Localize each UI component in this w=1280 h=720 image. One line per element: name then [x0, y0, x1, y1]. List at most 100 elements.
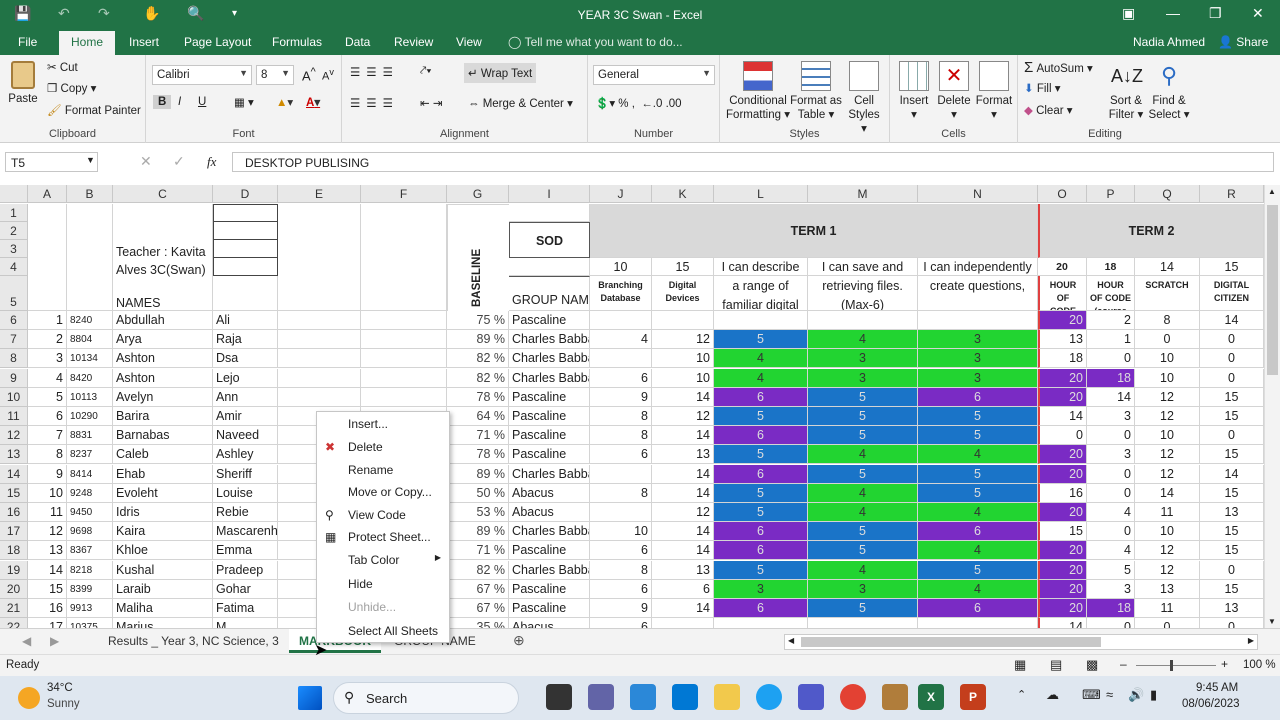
- table-cell[interactable]: 13: [652, 445, 714, 465]
- shrink-font-button[interactable]: Av: [322, 67, 334, 83]
- table-cell[interactable]: [278, 311, 361, 330]
- column-header[interactable]: G: [447, 185, 509, 203]
- row-header[interactable]: 4: [0, 258, 28, 276]
- table-cell[interactable]: Abacus: [509, 483, 590, 503]
- table-cell[interactable]: 82 %: [447, 368, 509, 388]
- table-cell[interactable]: 5: [28, 387, 67, 407]
- table-cell[interactable]: 0: [1087, 464, 1135, 484]
- scroll-left-icon[interactable]: ◀: [788, 636, 794, 645]
- zoom-slider[interactable]: [1136, 665, 1216, 666]
- sort-filter-button[interactable]: A↓Z Sort & Filter ▾: [1106, 61, 1146, 122]
- table-cell[interactable]: 5: [714, 503, 808, 522]
- weather-icon[interactable]: [18, 687, 40, 709]
- table-cell[interactable]: 9: [590, 599, 652, 618]
- menu-insert[interactable]: Insert...: [317, 414, 449, 436]
- table-cell[interactable]: Evoleht: [113, 483, 213, 503]
- minimize-icon[interactable]: —: [1166, 5, 1180, 21]
- table-cell[interactable]: 17: [28, 618, 67, 628]
- horizontal-scroll-thumb[interactable]: [801, 637, 1101, 647]
- table-cell[interactable]: 16: [28, 599, 67, 618]
- table-cell[interactable]: Laraib: [113, 579, 213, 599]
- table-cell[interactable]: Caleb: [113, 445, 213, 465]
- table-cell[interactable]: 4: [918, 541, 1038, 561]
- wrap-text-button[interactable]: ↵ Wrap Text: [464, 63, 537, 83]
- table-cell[interactable]: [714, 618, 808, 628]
- table-cell[interactable]: 13: [1200, 599, 1264, 618]
- table-cell[interactable]: 6: [714, 426, 808, 446]
- table-cell[interactable]: 82 %: [447, 349, 509, 369]
- table-cell[interactable]: 20: [1038, 445, 1087, 465]
- start-icon[interactable]: [298, 686, 322, 710]
- row-header[interactable]: 5: [0, 276, 28, 311]
- onedrive-icon[interactable]: ☁: [1046, 687, 1059, 703]
- menu-tab-color[interactable]: Tab Color ▶: [317, 550, 449, 572]
- table-cell[interactable]: 5: [808, 522, 918, 542]
- table-cell[interactable]: 0: [1200, 426, 1264, 446]
- table-cell[interactable]: 0: [1200, 349, 1264, 369]
- column-header[interactable]: J: [590, 185, 652, 203]
- table-cell[interactable]: 20: [1038, 560, 1087, 580]
- table-cell[interactable]: 82 %: [447, 560, 509, 580]
- table-cell[interactable]: 10: [1135, 522, 1200, 542]
- table-cell[interactable]: 6: [590, 579, 652, 599]
- table-cell[interactable]: 8399: [67, 579, 113, 599]
- table-cell[interactable]: 3: [1087, 407, 1135, 426]
- table-cell[interactable]: [918, 311, 1038, 330]
- table-cell[interactable]: 12: [1135, 541, 1200, 561]
- table-cell[interactable]: 67 %: [447, 599, 509, 618]
- table-cell[interactable]: 8: [590, 426, 652, 446]
- table-cell[interactable]: 5: [808, 426, 918, 446]
- name-box[interactable]: T5: [5, 152, 98, 172]
- table-cell[interactable]: 50 %: [447, 483, 509, 503]
- table-cell[interactable]: 10: [28, 483, 67, 503]
- table-cell[interactable]: 0: [1200, 368, 1264, 388]
- row-header[interactable]: 3: [0, 240, 28, 258]
- table-cell[interactable]: Abdullah: [113, 311, 213, 330]
- table-cell[interactable]: 15: [1200, 579, 1264, 599]
- table-cell[interactable]: 8831: [67, 426, 113, 446]
- table-cell[interactable]: 20: [1038, 464, 1087, 484]
- table-cell[interactable]: 71 %: [447, 426, 509, 446]
- column-header[interactable]: E: [278, 185, 361, 203]
- table-cell[interactable]: 35 %: [447, 618, 509, 628]
- tab-file[interactable]: File: [18, 35, 37, 49]
- table-cell[interactable]: Barnabas: [113, 426, 213, 446]
- table-cell[interactable]: [361, 368, 447, 388]
- table-cell[interactable]: 89 %: [447, 522, 509, 542]
- row-header[interactable]: 10: [0, 387, 28, 407]
- add-sheet-icon[interactable]: ⊕: [513, 632, 525, 649]
- table-cell[interactable]: 15: [1200, 445, 1264, 465]
- column-header[interactable]: K: [652, 185, 714, 203]
- table-cell[interactable]: 5: [808, 464, 918, 484]
- table-cell[interactable]: Fatima: [213, 599, 278, 618]
- menu-select-all-sheets[interactable]: Select All Sheets: [317, 621, 449, 643]
- table-cell[interactable]: 8: [28, 445, 67, 465]
- table-cell[interactable]: 10375: [67, 618, 113, 628]
- table-cell[interactable]: 12: [1135, 445, 1200, 465]
- conditional-formatting-button[interactable]: Conditional Formatting ▾: [726, 61, 790, 122]
- row-header[interactable]: 16: [0, 503, 28, 522]
- app-icon[interactable]: [882, 684, 908, 710]
- font-color-icon[interactable]: A▾: [306, 95, 320, 109]
- row-header[interactable]: 12: [0, 426, 28, 446]
- table-cell[interactable]: [278, 330, 361, 350]
- prev-sheet-icon[interactable]: ◀: [22, 634, 31, 648]
- table-cell[interactable]: 9698: [67, 522, 113, 542]
- table-cell[interactable]: 6: [918, 387, 1038, 407]
- table-cell[interactable]: 20: [1038, 311, 1087, 330]
- table-cell[interactable]: 3: [918, 349, 1038, 369]
- table-cell[interactable]: 14: [28, 560, 67, 580]
- vertical-align-icons[interactable]: ☰☰☰: [350, 65, 399, 79]
- table-cell[interactable]: 89 %: [447, 330, 509, 350]
- table-cell[interactable]: 14: [652, 599, 714, 618]
- table-cell[interactable]: Avelyn: [113, 387, 213, 407]
- number-format-select[interactable]: General ▼: [593, 65, 715, 85]
- table-cell[interactable]: 6: [714, 522, 808, 542]
- table-cell[interactable]: Amir: [213, 407, 278, 426]
- table-cell[interactable]: 5: [808, 541, 918, 561]
- tell-me-search[interactable]: ◯ Tell me what you want to do...: [508, 35, 683, 49]
- table-cell[interactable]: 12: [652, 330, 714, 350]
- scroll-up-icon[interactable]: ▲: [1268, 187, 1276, 196]
- table-cell[interactable]: Pascaline: [509, 426, 590, 446]
- table-cell[interactable]: 9: [590, 387, 652, 407]
